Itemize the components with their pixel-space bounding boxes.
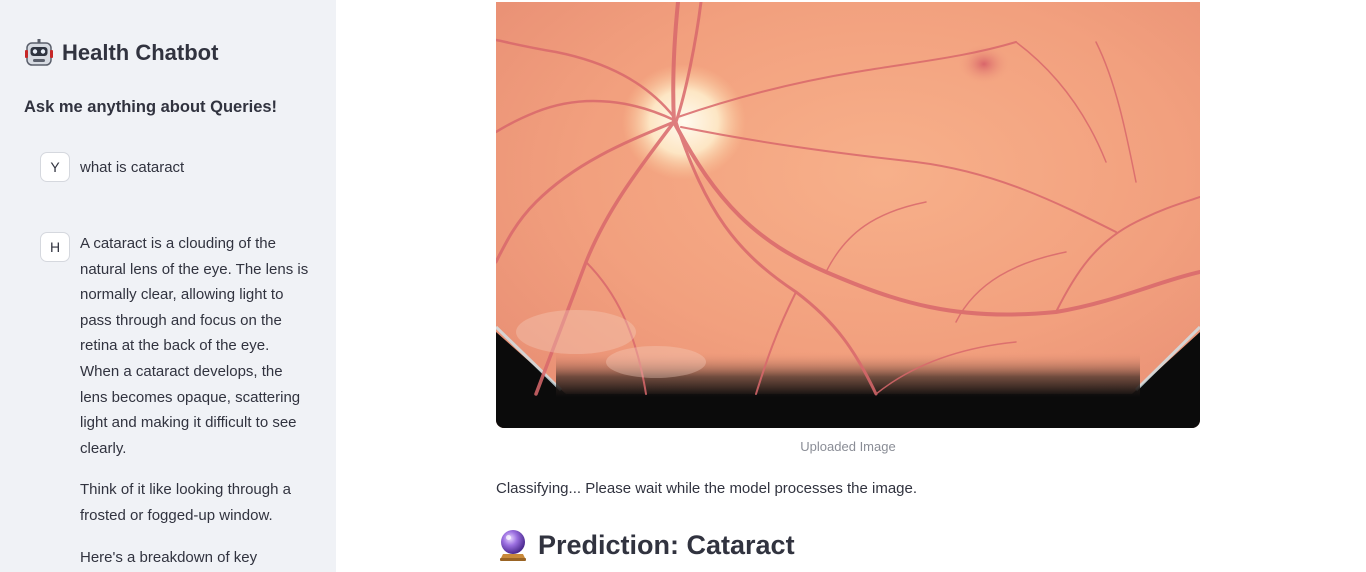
image-caption: Uploaded Image <box>800 439 896 454</box>
app-title: Health Chatbot <box>62 40 219 65</box>
prediction-heading: Prediction: Cataract <box>496 528 795 562</box>
assistant-message: A cataract is a clouding of the natural … <box>80 231 310 572</box>
app-header: Health Chatbot <box>24 38 218 68</box>
assistant-avatar: H <box>40 232 70 262</box>
assistant-paragraph: Think of it like looking through a frost… <box>80 481 291 524</box>
user-message-text: what is cataract <box>80 159 185 176</box>
main-content: Uploaded Image Classifying... Please wai… <box>336 0 1366 572</box>
uploaded-fundus-image <box>496 2 1200 428</box>
status-message: Classifying... Please wait while the mod… <box>496 480 918 497</box>
assistant-paragraph: Here's a breakdown of key <box>80 548 258 566</box>
prediction-title: Prediction: Cataract <box>538 529 795 560</box>
assistant-paragraph: A cataract is a clouding of the natural … <box>80 235 309 457</box>
sidebar: Health Chatbot Ask me anything about Que… <box>0 0 336 572</box>
sidebar-subtitle: Ask me anything about Queries! <box>24 98 278 116</box>
user-message: what is cataract <box>80 155 310 197</box>
crystal-ball-icon <box>500 530 526 561</box>
robot-face-icon <box>25 39 53 66</box>
user-avatar: Y <box>40 152 70 182</box>
